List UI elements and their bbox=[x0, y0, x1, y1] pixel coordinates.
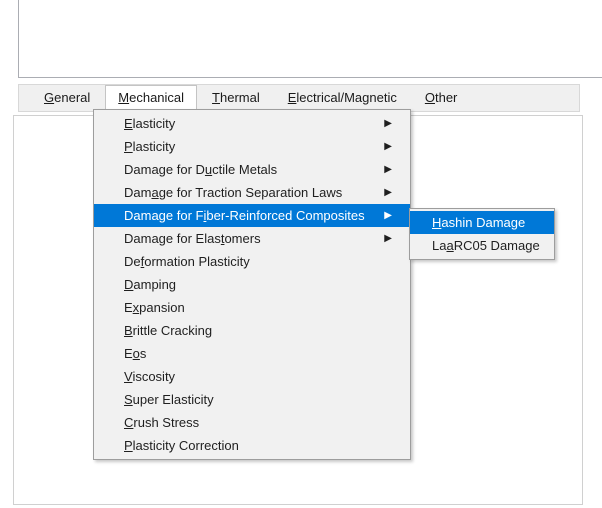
menu-item-label: Super Elasticity bbox=[124, 392, 214, 407]
menu-item-label: Damping bbox=[124, 277, 177, 292]
mnemonic-char: x bbox=[132, 300, 140, 315]
mnemonic-char: E bbox=[124, 116, 133, 131]
mnemonic-char: H bbox=[432, 215, 442, 230]
material-behavior-tab-strip: General Mechanical Thermal Electrical/Magne… bbox=[18, 84, 580, 112]
menu-item-plasticity[interactable]: Plasticity ▶ bbox=[94, 135, 410, 158]
mnemonic-char: u bbox=[204, 162, 213, 177]
tab-thermal[interactable]: Thermal bbox=[199, 85, 273, 112]
menu-item-plasticity-correction[interactable]: Plasticity Correction bbox=[94, 434, 410, 457]
submenu-arrow-icon: ▶ bbox=[384, 141, 392, 152]
mnemonic-char: O bbox=[424, 89, 435, 105]
mnemonic-char: t bbox=[220, 231, 225, 246]
menu-item-crush-stress[interactable]: Crush Stress bbox=[94, 411, 410, 434]
mnemonic-char: B bbox=[124, 323, 133, 338]
menu-item-label: Damage for Elastomers bbox=[124, 231, 261, 246]
mnemonic-char: i bbox=[203, 208, 207, 223]
mnemonic-char: T bbox=[212, 89, 220, 105]
menu-item-label: Eos bbox=[124, 346, 147, 361]
tab-label: Electrical/Magnetic bbox=[287, 89, 397, 105]
mnemonic-char: D bbox=[124, 277, 134, 292]
menu-item-expansion[interactable]: Expansion bbox=[94, 296, 410, 319]
submenu-arrow-icon: ▶ bbox=[384, 118, 392, 129]
mnemonic-char: V bbox=[124, 369, 133, 384]
menu-item-viscosity[interactable]: Viscosity bbox=[94, 365, 410, 388]
mnemonic-char: G bbox=[44, 89, 55, 105]
submenu-arrow-icon: ▶ bbox=[384, 164, 392, 175]
tab-label: General bbox=[44, 89, 91, 105]
menu-item-label: Expansion bbox=[124, 300, 185, 315]
mnemonic-char: P bbox=[124, 139, 133, 154]
menu-item-damage-traction-separation-laws[interactable]: Damage for Traction Separation Laws ▶ bbox=[94, 181, 410, 204]
submenu-item-hashin-damage[interactable]: Hashin Damage bbox=[410, 211, 554, 234]
menu-item-label: Damage for Ductile Metals bbox=[124, 162, 278, 177]
submenu-item-label: LaaRC05 Damage bbox=[432, 238, 540, 253]
mnemonic-char: a bbox=[151, 185, 159, 200]
menu-item-label: Deformation Plasticity bbox=[124, 254, 250, 269]
menu-item-label: Viscosity bbox=[124, 369, 176, 384]
tab-label: Thermal bbox=[212, 89, 260, 105]
submenu-item-larc05-damage[interactable]: LaaRC05 Damage bbox=[410, 234, 554, 257]
tab-electrical-magnetic[interactable]: Electrical/Magnetic bbox=[275, 85, 410, 112]
menu-item-damage-elastomers[interactable]: Damage for Elastomers ▶ bbox=[94, 227, 410, 250]
mnemonic-char: C bbox=[124, 415, 134, 430]
menu-item-deformation-plasticity[interactable]: Deformation Plasticity bbox=[94, 250, 410, 273]
menu-item-brittle-cracking[interactable]: Brittle Cracking bbox=[94, 319, 410, 342]
tab-general[interactable]: General bbox=[31, 85, 103, 112]
menu-item-label: Elasticity bbox=[124, 116, 176, 131]
mnemonic-char: E bbox=[287, 89, 297, 105]
tab-other[interactable]: Other bbox=[412, 85, 471, 112]
mechanical-dropdown-menu[interactable]: Elasticity ▶ Plasticity ▶ Damage for Ductile… bbox=[93, 109, 411, 460]
mnemonic-char: S bbox=[124, 392, 133, 407]
mnemonic-char: P bbox=[124, 438, 133, 453]
tab-label: Mechanical bbox=[118, 89, 185, 105]
menu-item-elasticity[interactable]: Elasticity ▶ bbox=[94, 112, 410, 135]
tab-label: Other bbox=[424, 89, 458, 105]
mnemonic-char: a bbox=[446, 238, 454, 253]
menu-item-damping[interactable]: Damping bbox=[94, 273, 410, 296]
menu-item-eos[interactable]: Eos bbox=[94, 342, 410, 365]
menu-item-label: Brittle Cracking bbox=[124, 323, 213, 338]
menu-item-damage-fiber-reinforced-composites[interactable]: Damage for Fiber-Reinforced Composites ▶ bbox=[94, 204, 410, 227]
mnemonic-char: o bbox=[132, 346, 140, 361]
menu-item-damage-ductile-metals[interactable]: Damage for Ductile Metals ▶ bbox=[94, 158, 410, 181]
top-preview-panel bbox=[18, 0, 602, 78]
tab-list: General Mechanical Thermal Electrical/Magne… bbox=[19, 84, 579, 112]
submenu-arrow-icon: ▶ bbox=[384, 210, 392, 221]
submenu-arrow-icon: ▶ bbox=[384, 233, 392, 244]
submenu-arrow-icon: ▶ bbox=[384, 187, 392, 198]
mnemonic-char: M bbox=[118, 89, 130, 105]
menu-item-label: Crush Stress bbox=[124, 415, 200, 430]
menu-item-label: Damage for Fiber-Reinforced Composites bbox=[124, 208, 365, 223]
menu-item-label: Plasticity Correction bbox=[124, 438, 239, 453]
menu-item-label: Damage for Traction Separation Laws bbox=[124, 185, 343, 200]
mnemonic-char: f bbox=[140, 254, 145, 269]
fiber-reinforced-composites-submenu[interactable]: Hashin Damage LaaRC05 Damage bbox=[409, 208, 555, 260]
submenu-item-label: Hashin Damage bbox=[432, 215, 526, 230]
menu-item-label: Plasticity bbox=[124, 139, 176, 154]
tab-mechanical[interactable]: Mechanical bbox=[105, 84, 198, 112]
menu-item-super-elasticity[interactable]: Super Elasticity bbox=[94, 388, 410, 411]
